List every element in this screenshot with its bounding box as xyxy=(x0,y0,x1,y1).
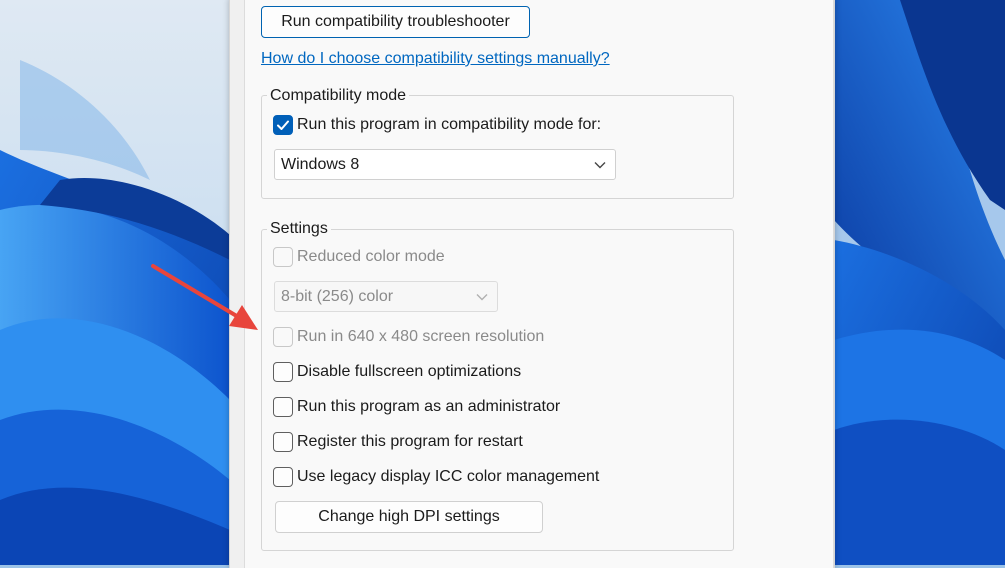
resolution-640-label: Run in 640 x 480 screen resolution xyxy=(297,328,545,345)
fullscreen-optimizations-checkbox[interactable] xyxy=(273,362,293,382)
legacy-icc-row[interactable]: Use legacy display ICC color management xyxy=(273,467,599,487)
resolution-640-row: Run in 640 x 480 screen resolution xyxy=(273,327,544,347)
chevron-down-icon xyxy=(594,161,606,168)
legacy-icc-label: Use legacy display ICC color management xyxy=(297,468,600,485)
resolution-640-checkbox xyxy=(273,327,293,347)
compatibility-mode-label: Run this program in compatibility mode f… xyxy=(297,116,602,133)
color-depth-select: 8-bit (256) color xyxy=(274,281,498,312)
run-as-admin-row[interactable]: Run this program as an administrator xyxy=(273,397,560,417)
fullscreen-optimizations-row[interactable]: Disable fullscreen optimizations xyxy=(273,362,521,382)
check-icon xyxy=(277,120,289,130)
compatibility-os-select[interactable]: Windows 8 xyxy=(274,149,616,180)
compatibility-tab-panel: Run compatibility troubleshooter How do … xyxy=(244,0,834,568)
reduced-color-row: Reduced color mode xyxy=(273,247,445,267)
fullscreen-optimizations-label: Disable fullscreen optimizations xyxy=(297,363,522,380)
run-as-admin-label: Run this program as an administrator xyxy=(297,398,561,415)
change-high-dpi-settings-button[interactable]: Change high DPI settings xyxy=(275,501,543,533)
run-compatibility-troubleshooter-button[interactable]: Run compatibility troubleshooter xyxy=(261,6,530,38)
register-restart-checkbox[interactable] xyxy=(273,432,293,452)
compatibility-mode-group xyxy=(261,95,734,199)
legacy-icc-checkbox[interactable] xyxy=(273,467,293,487)
compatibility-os-value: Windows 8 xyxy=(281,155,360,173)
compatibility-mode-checkbox[interactable] xyxy=(273,115,293,135)
run-as-admin-checkbox[interactable] xyxy=(273,397,293,417)
register-restart-label: Register this program for restart xyxy=(297,433,523,450)
register-restart-row[interactable]: Register this program for restart xyxy=(273,432,523,452)
compatibility-mode-legend: Compatibility mode xyxy=(267,87,410,105)
troubleshooter-button-label: Run compatibility troubleshooter xyxy=(281,13,510,30)
reduced-color-label: Reduced color mode xyxy=(297,248,445,265)
compatibility-help-link[interactable]: How do I choose compatibility settings m… xyxy=(261,50,610,68)
compatibility-mode-row[interactable]: Run this program in compatibility mode f… xyxy=(273,115,601,135)
dpi-button-label: Change high DPI settings xyxy=(318,508,500,525)
reduced-color-checkbox xyxy=(273,247,293,267)
color-depth-value: 8-bit (256) color xyxy=(281,287,394,305)
properties-dialog: Run compatibility troubleshooter How do … xyxy=(229,0,835,568)
settings-legend: Settings xyxy=(267,220,331,238)
chevron-down-icon xyxy=(476,293,488,300)
